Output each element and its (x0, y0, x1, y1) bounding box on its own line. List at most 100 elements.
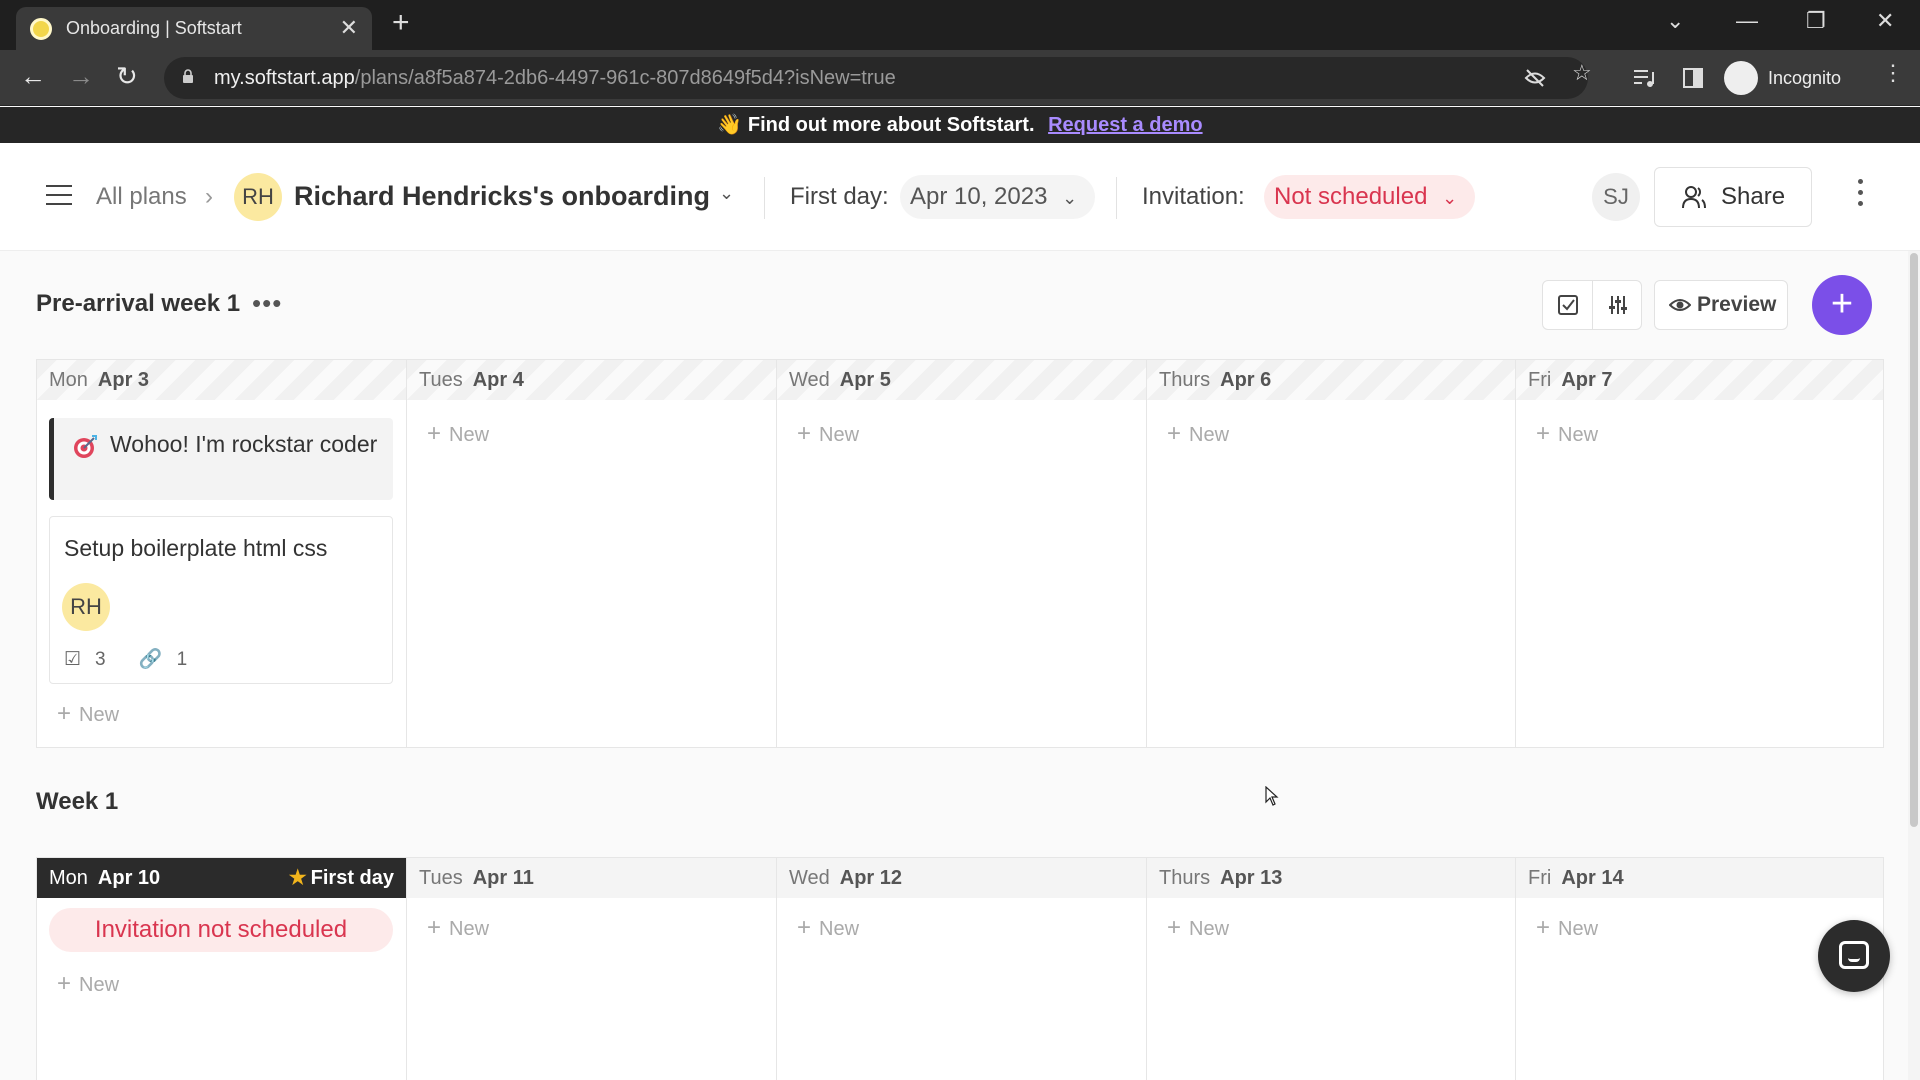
day-column: Wed Apr 12 + New (777, 858, 1147, 1080)
page-title[interactable]: Richard Hendricks's onboarding (294, 181, 710, 212)
browser-toolbar: ← → ↻ my.softstart.app/plans/a8f5a874-2d… (0, 50, 1920, 106)
day-column: Fri Apr 7 + New (1516, 360, 1883, 747)
first-day-picker[interactable]: Apr 10, 2023 ⌄ (900, 175, 1096, 219)
restore-button[interactable]: ❐ (1806, 8, 1826, 34)
tab-search-icon[interactable]: ⌄ (1666, 8, 1684, 34)
day-header: Tues Apr 4 (407, 360, 776, 400)
filter-button[interactable] (1593, 281, 1643, 329)
mouse-cursor-icon (1265, 786, 1279, 806)
tab-close-icon[interactable]: ✕ (340, 15, 358, 41)
assignee-avatar: RH (62, 583, 110, 631)
new-item-button[interactable]: + New (1167, 420, 1229, 448)
side-panel-icon[interactable] (1682, 67, 1704, 89)
address-bar[interactable]: my.softstart.app/plans/a8f5a874-2db6-449… (164, 57, 1588, 99)
lock-icon (183, 69, 193, 83)
day-of-week: Wed (789, 867, 830, 889)
new-item-button[interactable]: + New (1536, 914, 1598, 942)
plan-avatar: RH (234, 173, 282, 221)
sliders-icon (1609, 296, 1627, 314)
day-header: Mon Apr 3 (37, 360, 406, 400)
new-item-button[interactable]: + New (1536, 420, 1598, 448)
chat-support-button[interactable] (1818, 920, 1890, 992)
day-header: Thurs Apr 13 (1147, 858, 1515, 898)
incognito-icon (1724, 61, 1758, 95)
day-header: Mon Apr 10 ★ First day (37, 858, 406, 898)
first-day-label: First day: (790, 183, 889, 210)
view-toolbar (1542, 280, 1642, 330)
plus-icon: + (797, 914, 812, 941)
browser-menu-icon[interactable]: ⋮ (1882, 60, 1904, 86)
menu-icon[interactable] (46, 185, 72, 205)
page-scrollbar[interactable] (1908, 251, 1920, 1080)
milestone-card[interactable]: Wohoo! I'm rockstar coder (49, 418, 393, 500)
day-header: Fri Apr 14 (1516, 858, 1883, 898)
day-header: Wed Apr 12 (777, 858, 1146, 898)
softstart-favicon-icon (30, 18, 52, 40)
pre-arrival-board: Mon Apr 3 Wohoo! I'm rockstar coder Setup… (36, 359, 1884, 748)
breadcrumb-all-plans[interactable]: All plans (96, 183, 187, 211)
day-date: Apr 7 (1561, 369, 1613, 391)
task-card[interactable]: Setup boilerplate html css RH ☑ 3 🔗 1 (49, 516, 393, 684)
plus-icon: + (57, 700, 72, 727)
reload-button[interactable]: ↻ (116, 62, 138, 90)
new-item-button[interactable]: + New (797, 914, 859, 942)
share-button[interactable]: Share (1654, 167, 1812, 227)
user-avatar[interactable]: SJ (1592, 173, 1640, 221)
new-item-button[interactable]: + New (1167, 914, 1229, 942)
minimize-button[interactable]: — (1736, 8, 1758, 34)
new-item-button[interactable]: + New (57, 700, 119, 728)
invitation-status-dropdown[interactable]: Not scheduled ⌄ (1264, 175, 1476, 219)
eye-off-icon[interactable] (1524, 67, 1546, 89)
add-item-button[interactable]: + (1812, 275, 1872, 335)
preview-button[interactable]: Preview (1654, 280, 1788, 330)
url-path: /plans/a8f5a874-2db6-4497-961c-807d8649f… (354, 67, 896, 89)
browser-tab[interactable]: Onboarding | Softstart ✕ (16, 7, 372, 50)
invitation-label: Invitation: (1142, 183, 1245, 210)
checklist-toggle-button[interactable] (1543, 281, 1593, 329)
plus-icon: + (427, 420, 442, 447)
day-of-week: Mon (49, 369, 88, 391)
wave-emoji-icon: 👋 (717, 114, 743, 136)
invitation-status-pill[interactable]: Invitation not scheduled (49, 908, 393, 952)
week-1-board: Mon Apr 10 ★ First day Invitation not sche… (36, 857, 1884, 1080)
day-header: Tues Apr 11 (407, 858, 776, 898)
chevron-down-icon: ⌄ (1442, 188, 1458, 208)
bookmark-star-icon[interactable]: ☆ (1572, 60, 1592, 86)
chevron-down-icon: ⌄ (1062, 188, 1078, 208)
plus-icon: + (797, 420, 812, 447)
section-title: Week 1 (36, 788, 119, 815)
forward-button[interactable]: → (68, 62, 94, 90)
eye-icon (1669, 299, 1691, 311)
day-header: Fri Apr 7 (1516, 360, 1883, 400)
section-more-icon[interactable]: ••• (252, 288, 282, 319)
window-close-button[interactable]: ✕ (1876, 8, 1894, 34)
plan-header: All plans › RH Richard Hendricks's onboa… (0, 143, 1920, 251)
day-date: Apr 3 (97, 369, 150, 391)
task-title: Setup boilerplate html css (64, 535, 328, 561)
new-item-button[interactable]: + New (427, 914, 489, 942)
new-item-button[interactable]: + New (427, 420, 489, 448)
banner-text: Find out more about Softstart. (747, 114, 1035, 136)
new-tab-button[interactable]: + (392, 8, 410, 38)
day-date: Apr 11 (472, 867, 534, 889)
request-demo-link[interactable]: Request a demo (1048, 114, 1202, 136)
scrollbar-thumb[interactable] (1910, 253, 1918, 827)
media-queue-icon[interactable] (1632, 67, 1656, 89)
plus-icon: + (427, 914, 442, 941)
day-date: Apr 4 (472, 369, 524, 391)
task-meta: ☑ 3 🔗 1 (64, 647, 215, 671)
chevron-down-icon[interactable]: ⌄ (719, 183, 734, 204)
new-item-button[interactable]: + New (57, 970, 119, 998)
link-icon: 🔗 (138, 649, 163, 670)
more-options-icon[interactable] (1856, 179, 1864, 211)
plus-icon: + (1167, 914, 1182, 941)
users-icon (1682, 186, 1706, 209)
day-of-week: Fri (1528, 369, 1552, 391)
day-column: Thurs Apr 6 + New (1147, 360, 1516, 747)
link-count: 🔗 1 (138, 649, 188, 670)
divider (1116, 177, 1117, 219)
back-button[interactable]: ← (20, 62, 46, 90)
new-item-button[interactable]: + New (797, 420, 859, 448)
invitation-status-value: Not scheduled (1274, 183, 1428, 210)
day-column: Tues Apr 4 + New (407, 360, 777, 747)
